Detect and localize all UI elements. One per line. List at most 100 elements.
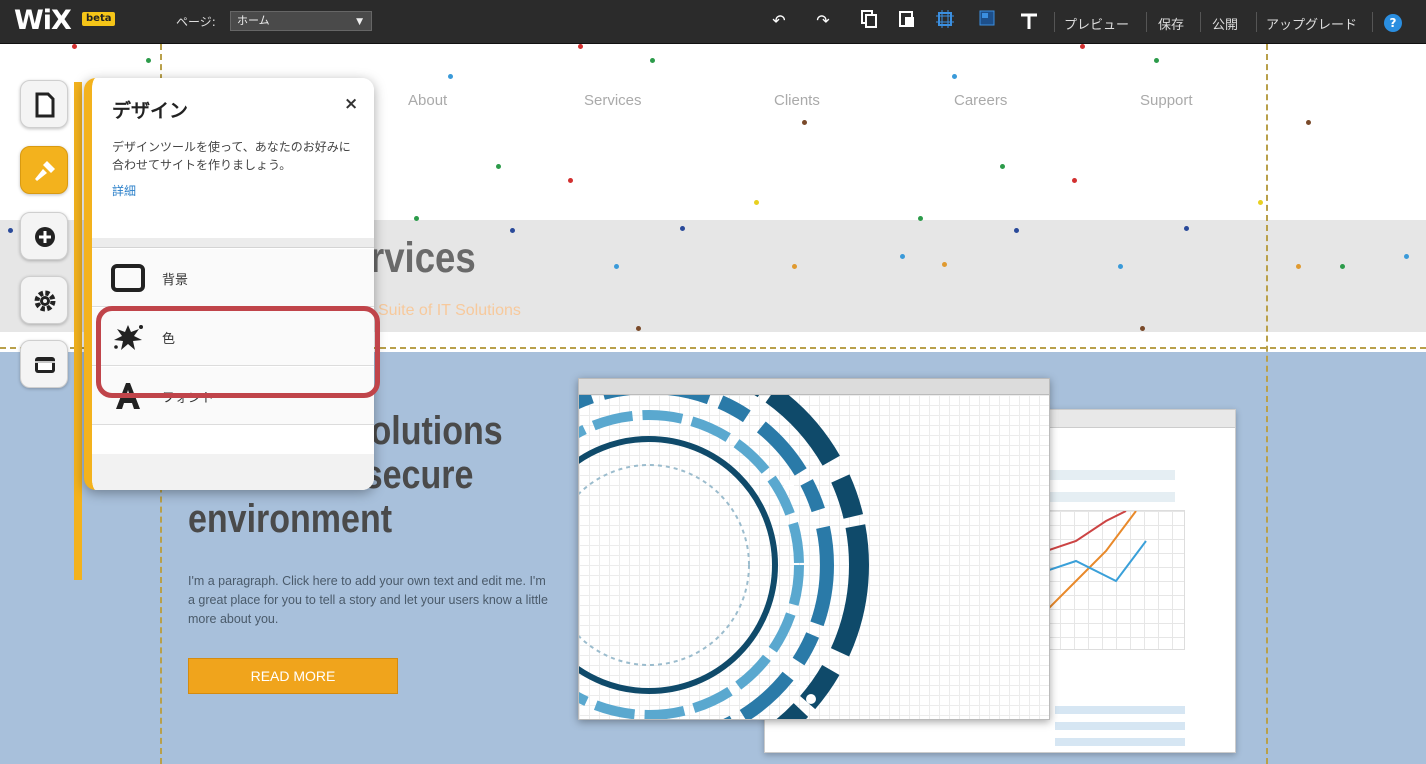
- design-panel-description: デザインツールを使って、あなたのお好みに合わせてサイトを作りましょう。: [112, 140, 351, 172]
- hero-heading-line: environment: [188, 497, 393, 541]
- panel-divider: [92, 238, 374, 248]
- image-detail: [1045, 492, 1175, 502]
- confetti-dot: [1340, 264, 1345, 269]
- services-heading[interactable]: rvices: [370, 234, 476, 283]
- site-nav-careers[interactable]: Careers: [954, 92, 1007, 109]
- add-button[interactable]: [20, 212, 68, 260]
- save-button[interactable]: 保存: [1158, 14, 1184, 33]
- design-panel-header: デザイン × デザインツールを使って、あなたのお好みに合わせてサイトを作りましょ…: [92, 78, 374, 238]
- hero-paragraph[interactable]: I'm a paragraph. Click here to add your …: [188, 572, 548, 629]
- preview-button[interactable]: プレビュー: [1064, 14, 1129, 33]
- read-more-button[interactable]: READ MORE: [188, 658, 398, 694]
- confetti-dot: [1000, 164, 1005, 169]
- wix-logo: WiX: [14, 5, 72, 36]
- line-graph-lines: [1045, 510, 1147, 612]
- confetti-dot: [1306, 120, 1311, 125]
- confetti-dot: [754, 200, 759, 205]
- confetti-dot: [72, 44, 77, 49]
- panel-footer: [92, 454, 374, 490]
- ruler-icon[interactable]: [1018, 10, 1040, 32]
- window-titlebar: [579, 379, 1049, 395]
- confetti-dot: [568, 178, 573, 183]
- confetti-dot: [918, 216, 923, 221]
- confetti-dot: [496, 164, 501, 169]
- confetti-dot: [802, 120, 807, 125]
- confetti-dot: [636, 326, 641, 331]
- help-icon[interactable]: ?: [1384, 14, 1402, 32]
- confetti-dot: [900, 254, 905, 259]
- design-item-background[interactable]: 背景: [92, 249, 374, 307]
- screenshot-image-front[interactable]: [578, 378, 1050, 720]
- design-panel: デザイン × デザインツールを使って、あなたのお好みに合わせてサイトを作りましょ…: [84, 78, 374, 490]
- confetti-dot: [1258, 200, 1263, 205]
- confetti-dot: [650, 58, 655, 63]
- services-subheading[interactable]: Suite of IT Solutions: [378, 302, 521, 320]
- confetti-dot: [510, 228, 515, 233]
- undo-icon[interactable]: ↶: [768, 10, 790, 32]
- toolbar-divider: [1146, 12, 1147, 32]
- copy-icon[interactable]: [858, 10, 880, 32]
- confetti-dot: [614, 264, 619, 269]
- design-button[interactable]: [20, 146, 68, 194]
- editor-toolbar: WiX beta ページ: ホーム ▼ ↶ ↷ プレビュー 保存 公開 アップグ…: [0, 0, 1426, 44]
- confetti-dot: [1014, 228, 1019, 233]
- confetti-dot: [1072, 178, 1077, 183]
- confetti-dot: [8, 228, 13, 233]
- confetti-dot: [792, 264, 797, 269]
- image-detail: [1055, 722, 1185, 730]
- site-nav-support[interactable]: Support: [1140, 92, 1193, 109]
- toolbar-divider: [1200, 12, 1201, 32]
- page-guide-right: [1266, 44, 1268, 764]
- editor-root: { "topbar": { "logo": "WiX", "beta_badge…: [0, 0, 1426, 764]
- publish-button[interactable]: 公開: [1212, 14, 1238, 33]
- chevron-down-icon: ▼: [356, 17, 363, 27]
- beta-badge: beta: [82, 12, 116, 26]
- settings-icon: [21, 277, 69, 325]
- redo-icon[interactable]: ↷: [812, 10, 834, 32]
- page-label: ページ:: [176, 15, 216, 29]
- confetti-dot: [1118, 264, 1123, 269]
- confetti-dot: [952, 74, 957, 79]
- store-button[interactable]: [20, 340, 68, 388]
- pages-icon: [21, 81, 69, 129]
- background-icon: [110, 261, 146, 295]
- confetti-dot: [680, 226, 685, 231]
- line-graph-image: [1045, 510, 1185, 650]
- rail-active-strip: [74, 82, 82, 580]
- confetti-dot: [578, 44, 583, 49]
- image-detail: [1055, 706, 1185, 714]
- close-icon[interactable]: ×: [344, 94, 358, 114]
- image-detail: [1045, 470, 1175, 480]
- confetti-dot: [414, 216, 419, 221]
- store-icon: [21, 341, 69, 389]
- confetti-dot: [1080, 44, 1085, 49]
- image-detail: [1055, 738, 1185, 746]
- grid-icon[interactable]: [934, 10, 956, 32]
- design-panel-title: デザイン: [112, 100, 189, 122]
- upgrade-button[interactable]: アップグレード: [1266, 14, 1357, 33]
- page-select-value: ホーム: [237, 14, 270, 27]
- site-nav-about[interactable]: About: [408, 92, 447, 109]
- toolbar-divider: [1054, 12, 1055, 32]
- confetti-dot: [1184, 226, 1189, 231]
- highlight-annotation: [96, 306, 380, 398]
- circular-hud-graphic: [579, 395, 869, 719]
- page-select[interactable]: ホーム ▼: [230, 11, 372, 31]
- confetti-dot: [146, 58, 151, 63]
- snap-icon[interactable]: [976, 10, 998, 32]
- paste-icon[interactable]: [896, 10, 918, 32]
- site-nav-clients[interactable]: Clients: [774, 92, 820, 109]
- confetti-dot: [448, 74, 453, 79]
- confetti-dot: [1140, 326, 1145, 331]
- design-item-label: 背景: [162, 273, 189, 288]
- toolbar-divider: [1372, 12, 1373, 32]
- learn-more-link[interactable]: 詳細: [112, 182, 136, 199]
- site-nav-services[interactable]: Services: [584, 92, 642, 109]
- confetti-dot: [1154, 58, 1159, 63]
- confetti-dot: [1404, 254, 1409, 259]
- confetti-dot: [1296, 264, 1301, 269]
- pages-button[interactable]: [20, 80, 68, 128]
- confetti-dot: [942, 262, 947, 267]
- design-icon: [21, 147, 69, 195]
- settings-button[interactable]: [20, 276, 68, 324]
